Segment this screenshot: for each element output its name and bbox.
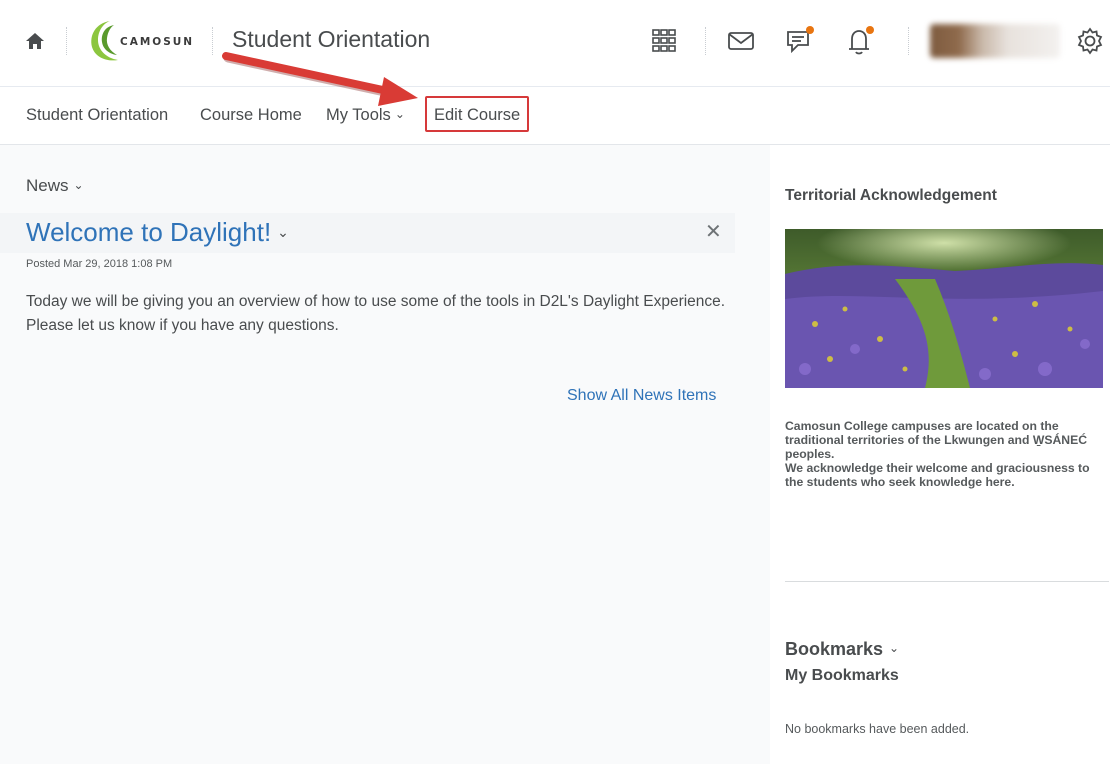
chevron-down-icon: ⌄ <box>73 178 84 192</box>
bookmarks-heading[interactable]: Bookmarks ⌄ <box>785 639 899 660</box>
news-heading[interactable]: News ⌄ <box>26 176 84 196</box>
main-content: News ⌄ Welcome to Daylight! ⌄ ✕ Posted Mar… <box>0 145 1110 764</box>
bookmarks-heading-label: Bookmarks <box>785 639 884 659</box>
my-bookmarks-subheading: My Bookmarks <box>785 667 899 684</box>
svg-text:CAMOSUN: CAMOSUN <box>120 36 194 48</box>
edit-course-highlight-box <box>425 96 529 132</box>
nav-course-home[interactable]: Course Home <box>200 106 302 125</box>
nav-my-tools[interactable]: My Tools ⌄ <box>326 106 405 125</box>
close-icon[interactable]: ✕ <box>705 219 722 244</box>
territorial-heading: Territorial Acknowledgement <box>785 187 997 204</box>
divider <box>705 27 706 55</box>
show-all-news-link[interactable]: Show All News Items <box>567 387 716 405</box>
divider <box>785 581 1109 582</box>
course-navbar: Student Orientation Course Home My Tools… <box>0 87 1110 145</box>
territorial-text: Camosun College campuses are located on … <box>785 419 1110 489</box>
course-title[interactable]: Student Orientation <box>232 26 430 53</box>
divider <box>212 27 213 55</box>
chevron-down-icon: ⌄ <box>889 641 900 655</box>
news-widget: News ⌄ Welcome to Daylight! ⌄ ✕ Posted Mar… <box>0 145 745 764</box>
chevron-down-icon: ⌄ <box>394 107 405 121</box>
sidebar-widgets: Territorial Acknowledgement Camosun Coll… <box>770 145 1110 764</box>
notification-dot <box>866 26 874 34</box>
news-item-title-text: Welcome to Daylight! <box>26 217 272 247</box>
notification-dot <box>806 26 814 34</box>
bell-notifications-icon[interactable] <box>842 24 876 58</box>
news-heading-label: News <box>26 176 69 195</box>
bookmarks-empty-message: No bookmarks have been added. <box>785 722 970 736</box>
territorial-line-2: We acknowledge their welcome and graciou… <box>785 461 1090 489</box>
news-body: Today we will be giving you an overview … <box>26 293 726 334</box>
message-envelope-icon[interactable] <box>724 24 758 58</box>
chat-alerts-icon[interactable] <box>782 24 816 58</box>
course-selector-grid-icon[interactable] <box>647 24 681 58</box>
news-item-title[interactable]: Welcome to Daylight! ⌄ <box>26 217 289 248</box>
nav-student-orientation[interactable]: Student Orientation <box>26 106 168 125</box>
divider <box>908 27 909 55</box>
divider <box>66 27 67 55</box>
user-profile-avatar[interactable] <box>930 24 1060 58</box>
top-header: CAMOSUN Student Orientation <box>0 0 1110 87</box>
settings-gear-icon[interactable] <box>1073 24 1107 58</box>
camas-meadow-photo <box>785 229 1103 388</box>
territorial-line-1: Camosun College campuses are located on … <box>785 419 1087 461</box>
home-icon[interactable] <box>24 30 46 52</box>
news-posted-date: Posted Mar 29, 2018 1:08 PM <box>26 258 173 270</box>
nav-my-tools-label: My Tools <box>326 106 391 124</box>
chevron-down-icon: ⌄ <box>277 224 289 240</box>
camosun-logo[interactable]: CAMOSUN <box>86 17 204 63</box>
